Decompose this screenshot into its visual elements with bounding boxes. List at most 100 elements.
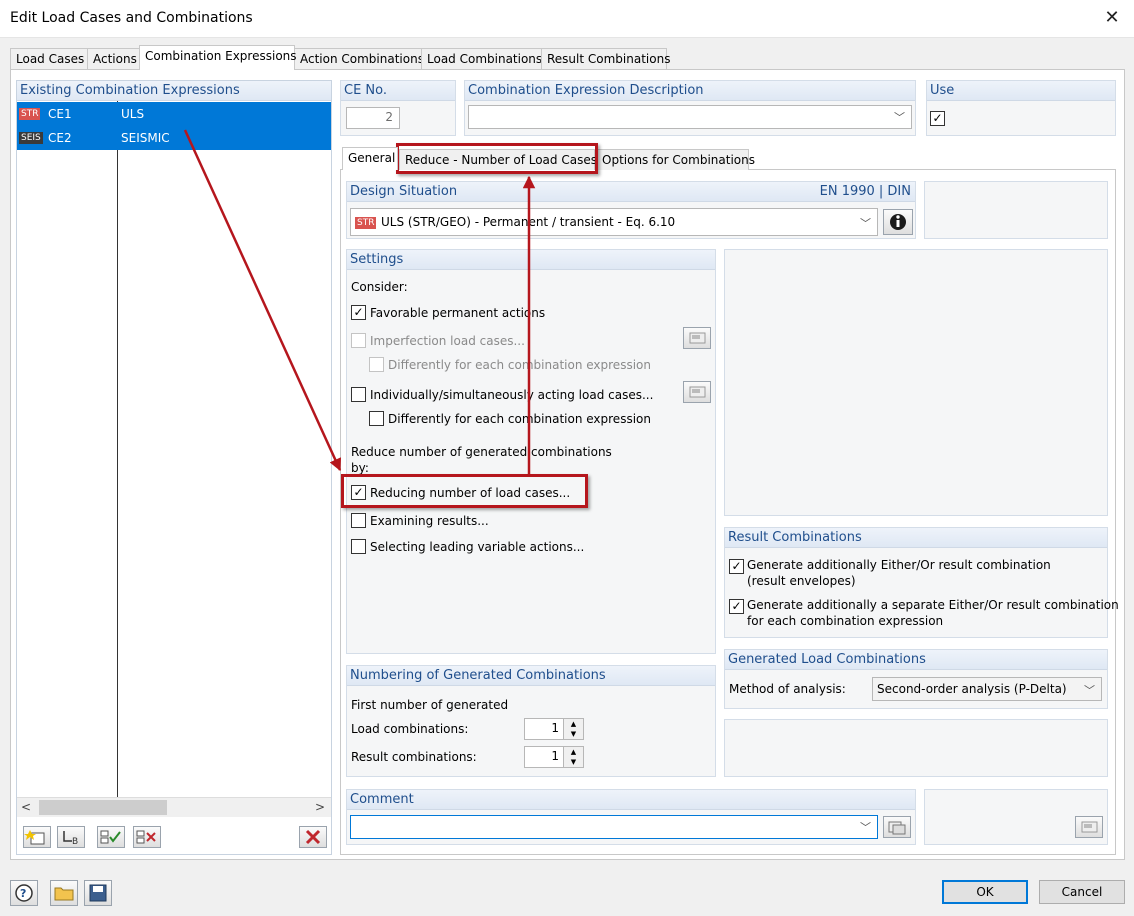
examining-checkbox[interactable] [351,513,366,528]
chevron-down-icon[interactable]: ▼ [564,729,583,739]
comment-label: Comment [347,790,915,810]
gen2-checkbox[interactable]: ✓ [729,599,744,614]
select-all-button[interactable] [97,826,125,848]
ce-no-field[interactable]: 2 [346,107,400,129]
str-badge: STR [355,217,377,229]
chevron-up-icon[interactable]: ▲ [564,719,583,729]
gen2-label: Generate additionally a separate Either/… [747,598,1119,612]
consider-label: Consider: [351,280,408,294]
chevron-down-icon[interactable]: ﹀ [860,215,871,231]
uncheck-all-icon [136,830,156,844]
selecting-checkbox[interactable] [351,539,366,554]
use-label: Use [927,81,1115,101]
scrollbar-thumb[interactable] [39,800,167,815]
delete-button[interactable] [299,826,327,848]
comment-dropdown[interactable]: ﹀ [350,815,878,839]
highlight-box-reducing [341,474,588,508]
folder-icon [54,887,74,901]
edit-dialog-icon [689,386,706,398]
comment-copy-button[interactable] [883,816,911,838]
diff1-label: Differently for each combination express… [388,358,651,372]
design-situation-header: Design Situation EN 1990 | DIN [347,182,915,202]
design-situation-dropdown[interactable]: STR ULS (STR/GEO) - Permanent / transien… [350,208,878,236]
open-button[interactable] [50,880,78,906]
empty-panel-right [724,249,1108,516]
chevron-up-icon[interactable]: ▲ [564,747,583,757]
result-combinations-stepper[interactable]: ▲ ▼ [564,746,584,768]
ce-no-group: CE No. 2 [340,80,456,136]
gen1-checkbox[interactable]: ✓ [729,559,744,574]
new-item-icon [24,830,45,845]
seis-badge: SEIS [19,132,43,144]
subtab-general[interactable]: General [342,147,398,170]
comment-edit-button[interactable] [1075,816,1103,838]
info-icon [890,214,906,230]
description-dropdown[interactable]: ﹀ [468,105,912,129]
tab-load-combinations[interactable]: Load Combinations [421,48,542,69]
save-button[interactable] [84,880,112,906]
design-situation-value: ULS (STR/GEO) - Permanent / transient - … [381,215,676,229]
subtab-options[interactable]: Options for Combinations [596,149,755,170]
new-expression-button[interactable] [23,826,51,848]
selecting-label: Selecting leading variable actions... [370,540,585,554]
svg-text:?: ? [20,887,26,900]
use-checkbox[interactable]: ✓ [930,111,945,126]
delete-icon [305,829,321,845]
description-group: Combination Expression Description ﹀ [464,80,916,136]
ce-no-label: CE No. [341,81,455,101]
result-combinations-field[interactable]: 1 [524,746,564,768]
renumber-button[interactable]: B [57,826,85,848]
edit-dialog-icon [689,332,706,344]
chevron-down-icon[interactable]: ﹀ [860,819,871,835]
load-combinations-field[interactable]: 1 [524,718,564,740]
cancel-button[interactable]: Cancel [1039,880,1125,904]
result-combinations-label: Result combinations: [351,750,477,764]
individually-edit-button[interactable] [683,381,711,403]
chevron-down-icon[interactable]: ﹀ [894,109,905,125]
edit-dialog-icon [1081,821,1098,833]
use-group: Use ✓ [926,80,1116,136]
empty-panel-top [924,181,1108,239]
load-combinations-stepper[interactable]: ▲ ▼ [564,718,584,740]
chevron-down-icon[interactable]: ﹀ [1084,682,1095,698]
imperfection-checkbox[interactable] [351,333,366,348]
imperfection-edit-button[interactable] [683,327,711,349]
diff1-checkbox[interactable] [369,357,384,372]
highlight-box-reduce-tab [396,143,598,174]
first-number-label: First number of generated [351,698,509,712]
favorable-checkbox[interactable]: ✓ [351,305,366,320]
diff2-checkbox[interactable] [369,411,384,426]
generated-group: Generated Load Combinations Method of an… [724,649,1108,709]
comment-group: Comment ﹀ [346,789,916,845]
table-row[interactable]: SEIS CE2 SEISMIC [17,126,331,150]
favorable-label: Favorable permanent actions [370,306,546,320]
check-all-icon [100,830,121,844]
ok-button[interactable]: OK [942,880,1028,904]
description-label: Combination Expression Description [465,81,915,101]
close-icon[interactable]: ✕ [1100,6,1124,30]
individually-checkbox[interactable] [351,387,366,402]
table-row[interactable]: STR CE1 ULS [17,102,331,126]
tab-result-combinations[interactable]: Result Combinations [541,48,670,69]
settings-group: Settings Consider: ✓ Favorable permanent… [346,249,716,654]
tab-combination-expressions[interactable]: Combination Expressions [139,45,297,70]
diff2-label: Differently for each combination express… [388,412,651,426]
chevron-left-icon[interactable]: < [21,800,31,814]
tab-actions[interactable]: Actions [87,48,140,69]
generated-header: Generated Load Combinations [725,650,1107,670]
chevron-right-icon[interactable]: > [315,800,325,814]
design-situation-group: Design Situation EN 1990 | DIN STR ULS (… [346,181,916,239]
deselect-all-button[interactable] [133,826,161,848]
help-button[interactable]: ? [10,880,38,906]
row-id: CE2 [48,131,72,145]
chevron-down-icon[interactable]: ▼ [564,757,583,767]
method-dropdown[interactable]: Second-order analysis (P-Delta) ﹀ [872,677,1102,701]
tab-load-cases[interactable]: Load Cases [10,48,88,69]
copy-icon [888,821,906,835]
gen1-label: Generate additionally Either/Or result c… [747,558,1051,572]
horizontal-scrollbar[interactable]: < > [17,797,331,817]
info-button[interactable] [883,209,913,235]
comment-side-panel [924,789,1108,845]
row-id: CE1 [48,107,72,121]
tab-action-combinations[interactable]: Action Combinations [294,48,424,69]
